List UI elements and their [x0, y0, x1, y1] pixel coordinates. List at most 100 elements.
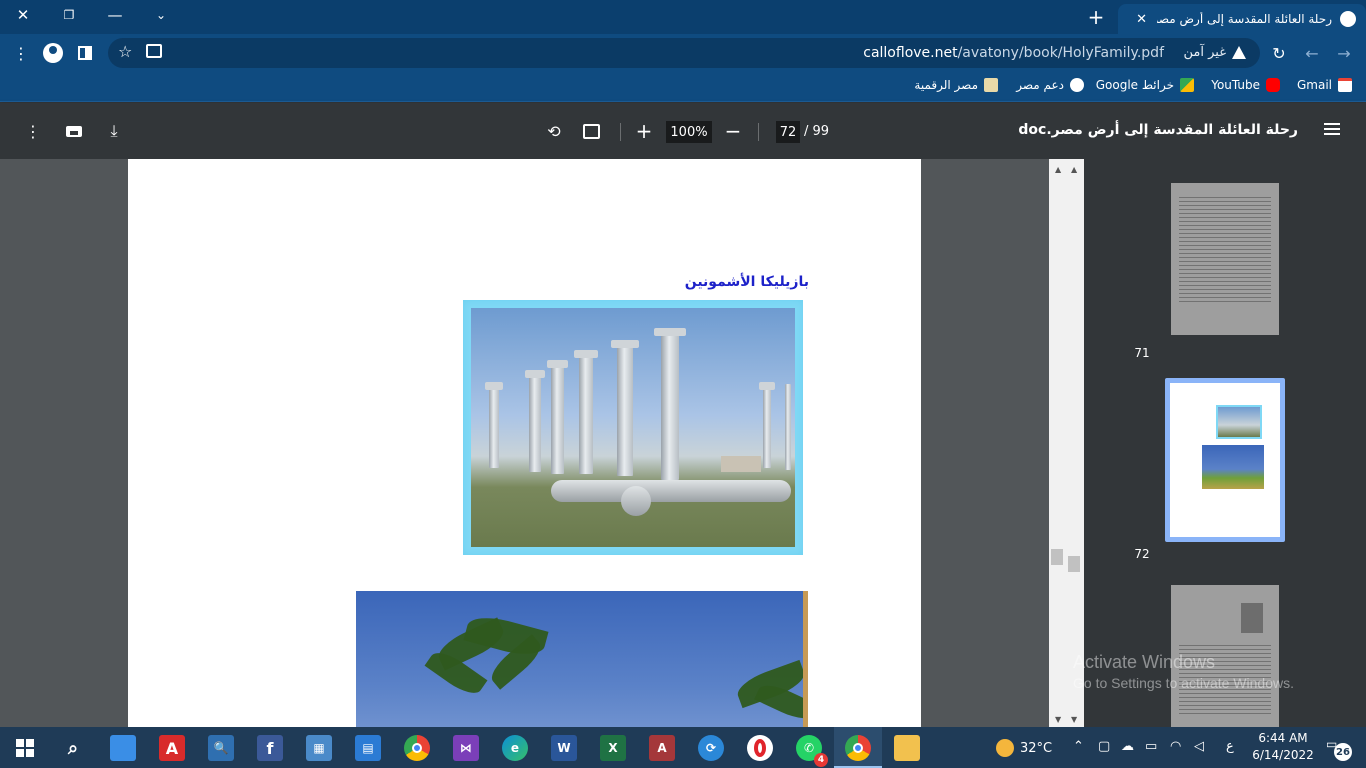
volume-icon[interactable]: ◁	[1194, 739, 1204, 754]
close-window-button[interactable]: ✕	[0, 0, 46, 30]
start-icon[interactable]	[12, 735, 38, 761]
fit-page-icon[interactable]	[580, 120, 602, 142]
weather-icon	[996, 739, 1014, 757]
input-language[interactable]: ع	[1226, 739, 1234, 754]
profile-icon[interactable]	[42, 42, 64, 64]
onedrive-icon[interactable]: ☁	[1121, 739, 1134, 754]
zoom-out-icon[interactable]: −	[722, 119, 744, 143]
show-hidden-icons-icon[interactable]: ⌃	[1073, 739, 1084, 754]
tab-title: رحلة العائلة المقدسة إلى أرض مصر	[1157, 12, 1332, 26]
print-icon[interactable]	[63, 120, 85, 142]
notification-center-icon[interactable]: ▭ 26	[1326, 737, 1352, 761]
more-actions-icon[interactable]: ⋮	[22, 120, 44, 142]
page-heading: بازيليكا الأشمونين	[684, 274, 809, 290]
tab-holy-family[interactable]: رحلة العائلة المقدسة إلى أرض مصر ✕	[1118, 4, 1366, 34]
bookmark-label: خرائط Google	[1095, 78, 1174, 92]
scroll-thumb[interactable]	[1051, 549, 1063, 565]
magnifier-icon[interactable]: 🔍	[208, 735, 234, 761]
calculator-icon[interactable]: ▦	[306, 735, 332, 761]
warning-icon	[1232, 46, 1246, 59]
bookmark-label: YouTube	[1211, 78, 1260, 92]
more-menu-icon[interactable]: ⋮	[10, 42, 32, 64]
security-indicator[interactable]: غير آمن	[1183, 45, 1246, 60]
back-icon[interactable]: →	[1333, 42, 1355, 64]
forward-icon[interactable]: ←	[1301, 42, 1323, 64]
chrome-profile-icon[interactable]	[845, 735, 871, 761]
new-tab-button[interactable]: +	[1084, 5, 1108, 29]
file-explorer-icon[interactable]	[894, 735, 920, 761]
bookmark-maps[interactable]: خرائط Google	[1096, 78, 1194, 92]
download-icon[interactable]: ⤓	[103, 120, 125, 142]
gmail-icon	[1338, 78, 1352, 92]
page-number-input[interactable]: 72	[776, 121, 800, 143]
clock-time: 6:44 AM	[1258, 731, 1308, 745]
wifi-icon[interactable]: ◠	[1170, 739, 1181, 754]
bookmark-support-egypt[interactable]: دعم مصر	[1016, 78, 1084, 92]
zoom-input[interactable]: 100%	[666, 121, 712, 143]
clock-date: 6/14/2022	[1252, 748, 1314, 762]
restore-window-button[interactable]: ❐	[46, 0, 92, 30]
zoom-in-icon[interactable]: +	[633, 119, 655, 143]
chrome-icon[interactable]	[404, 735, 430, 761]
address-bar[interactable]: ☆ calloflove.net/avatony/book/HolyFamily…	[108, 38, 1260, 68]
digital-egypt-icon	[984, 78, 998, 92]
close-tab-icon[interactable]: ✕	[1136, 12, 1147, 27]
temperature: 32°C	[1020, 740, 1053, 756]
menu-icon[interactable]	[1324, 123, 1340, 135]
document-title: رحلة العائلة المقدسة إلى أرض مصر.doc	[1018, 122, 1298, 138]
toolbar-divider	[758, 123, 759, 141]
battery-icon[interactable]: ▭	[1145, 739, 1157, 754]
watermark-line2: Go to Settings to activate Windows.	[1073, 675, 1294, 691]
browser-toolbar: ⋮ ☆ calloflove.net/avatony/book/HolyFami…	[0, 34, 1366, 72]
side-panel-icon[interactable]	[74, 42, 96, 64]
control-panel-icon[interactable]	[110, 735, 136, 761]
thumbnail-page-72[interactable]	[1165, 378, 1285, 542]
scroll-up-icon[interactable]: ▲	[1071, 165, 1077, 174]
toolbar-divider	[620, 123, 621, 141]
meet-now-icon[interactable]: ▢	[1098, 739, 1110, 754]
bookmark-label: دعم مصر	[1016, 78, 1064, 92]
opera-icon[interactable]	[747, 735, 773, 761]
search-icon[interactable]: ⌕	[60, 735, 86, 761]
globe-icon	[1070, 78, 1084, 92]
thumbnail-page-71[interactable]	[1171, 183, 1279, 335]
title-bar: ✕ ❐ — ⌄ + رحلة العائلة المقدسة إلى أرض م…	[0, 0, 1366, 34]
bookmark-digital-egypt[interactable]: مصر الرقمية	[914, 78, 998, 92]
scroll-down-icon[interactable]: ▼	[1055, 715, 1061, 724]
weather-widget[interactable]: 32°C	[996, 739, 1052, 757]
scroll-down-icon[interactable]: ▼	[1071, 715, 1077, 724]
edge-icon[interactable]: e	[502, 735, 528, 761]
scroll-up-icon[interactable]: ▲	[1055, 165, 1061, 174]
bookmark-youtube[interactable]: YouTube	[1211, 78, 1280, 92]
access-icon[interactable]: A	[649, 735, 675, 761]
word-icon[interactable]: W	[551, 735, 577, 761]
pdf-toolbar: ⋮ ⤓ ⟲ + 100% − 72 / 99 رحلة العائلة المق…	[0, 103, 1366, 159]
bookmark-label: مصر الرقمية	[914, 78, 978, 92]
url-text[interactable]: calloflove.net/avatony/book/HolyFamily.p…	[863, 45, 1164, 61]
tab-search-button[interactable]: ⌄	[138, 0, 184, 30]
sync-icon[interactable]: ⟳	[698, 735, 724, 761]
visual-studio-icon[interactable]: ⋈	[453, 735, 479, 761]
excel-icon[interactable]: X	[600, 735, 626, 761]
whatsapp-icon[interactable]: ✆ 4	[796, 735, 828, 767]
viewer-scrollbar[interactable]: ▲ ▲ ▼ ▼	[1049, 159, 1084, 727]
basilica-photo	[463, 300, 803, 555]
facebook-icon[interactable]: f	[257, 735, 283, 761]
reload-icon[interactable]: ↻	[1268, 42, 1290, 64]
bookmark-star-icon[interactable]: ☆	[118, 42, 132, 61]
pdf-page: بازيليكا الأشمونين	[128, 159, 921, 727]
notification-count: 26	[1334, 743, 1352, 761]
activate-windows-watermark: Activate Windows Go to Settings to activ…	[1073, 652, 1294, 691]
minimize-window-button[interactable]: —	[92, 0, 138, 30]
clock[interactable]: 6:44 AM 6/14/2022	[1248, 730, 1318, 764]
bookmark-gmail[interactable]: Gmail	[1297, 78, 1352, 92]
security-label: غير آمن	[1183, 45, 1227, 60]
share-icon[interactable]	[146, 44, 162, 58]
pdf-viewer[interactable]: بازيليكا الأشمونين	[0, 159, 1084, 727]
thumbnail-label-71: 71	[1134, 346, 1150, 360]
scroll-thumb[interactable]	[1068, 556, 1080, 572]
taskbar: ⌕ A 🔍 f ▦ ▤ ⋈ e W X A ⟳ ✆ 4 32°C ⌃ ▢ ☁ ▭ …	[0, 727, 1366, 768]
rotate-icon[interactable]: ⟲	[543, 120, 565, 142]
calendar-icon[interactable]: ▤	[355, 735, 381, 761]
acrobat-icon[interactable]: A	[159, 735, 185, 761]
